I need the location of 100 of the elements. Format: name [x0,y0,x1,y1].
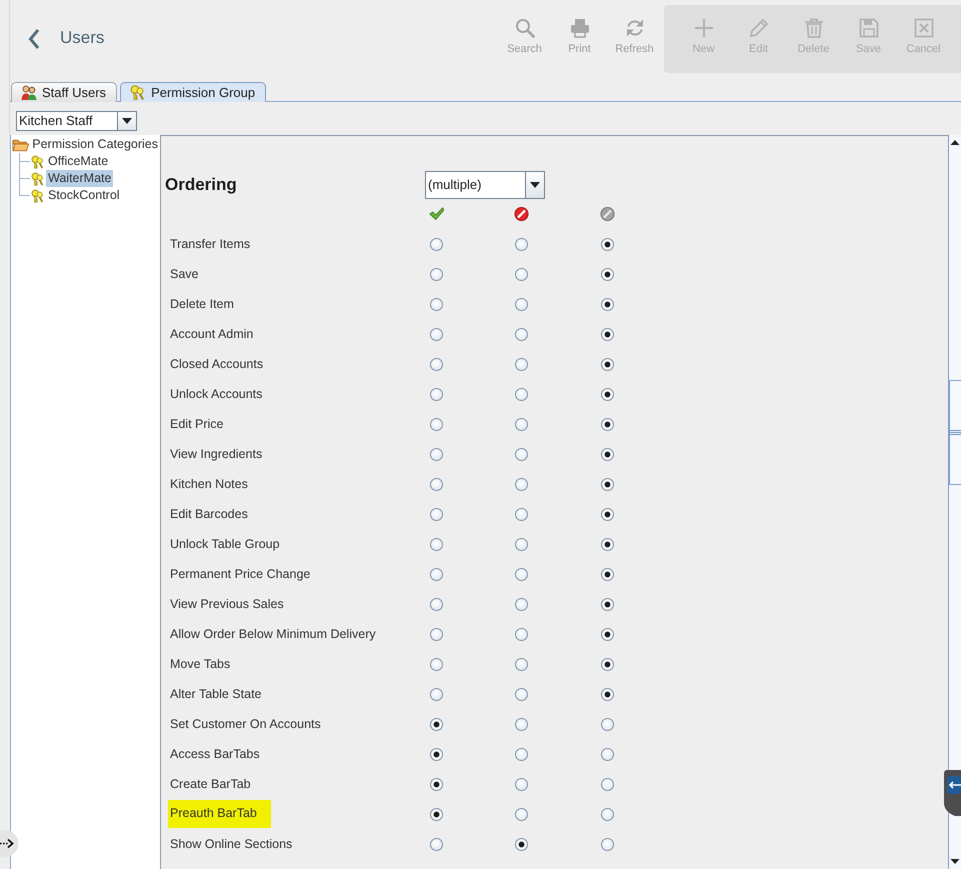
radio-button[interactable] [600,778,614,790]
group-dropdown[interactable]: Kitchen Staff [16,111,137,131]
permission-label: Alter Table State [170,686,262,702]
permission-label: Closed Accounts [170,356,264,372]
radio-button[interactable] [515,508,528,520]
radio-button[interactable] [430,298,443,310]
radio-button[interactable] [515,838,528,850]
search-icon [514,18,534,38]
radio-button[interactable] [600,748,614,760]
radio-button[interactable] [600,658,614,670]
page-title: Users [60,27,104,49]
radio-button[interactable] [515,568,528,580]
permission-label: Save [170,266,198,282]
radio-button[interactable] [600,478,614,490]
tree-node[interactable]: OfficeMate [46,153,110,170]
radio-button[interactable] [515,238,528,250]
radio-button[interactable] [600,838,614,850]
radio-button[interactable] [600,268,614,280]
radio-button[interactable] [600,718,614,730]
radio-button[interactable] [600,808,614,820]
radio-button[interactable] [515,388,528,400]
permission-label: Delete Item [170,296,234,312]
radio-button[interactable] [430,538,443,550]
radio-button[interactable] [515,748,528,760]
radio-button[interactable] [600,298,614,310]
radio-button[interactable] [600,538,614,550]
radio-button[interactable] [430,748,443,760]
keys-icon [31,188,45,204]
radio-button[interactable] [515,448,528,460]
radio-button[interactable] [515,688,528,700]
radio-button[interactable] [600,508,614,520]
radio-button[interactable] [430,478,443,490]
radio-button[interactable] [430,778,443,790]
side-tab-icon[interactable] [943,770,961,816]
radio-button[interactable] [600,688,614,700]
radio-button[interactable] [430,268,443,280]
section-title: Ordering [165,174,238,196]
radio-button[interactable] [430,808,443,820]
check-icon [429,207,444,221]
printer-icon [570,18,590,38]
permission-label: Allow Order Below Minimum Delivery [170,626,376,642]
radio-button[interactable] [515,658,528,670]
permission-label: Show Online Sections [170,836,292,852]
radio-button[interactable] [430,838,443,850]
permission-label: Access BarTabs [170,746,260,762]
radio-button[interactable] [430,658,443,670]
tab[interactable]: Permission Group [120,82,266,102]
tree-node[interactable]: Permission Categories [30,136,160,153]
tree-node[interactable]: StockControl [46,187,122,204]
radio-button[interactable] [430,418,443,430]
back-icon[interactable] [27,28,41,50]
radio-button[interactable] [600,388,614,400]
radio-button[interactable] [515,328,528,340]
radio-button[interactable] [600,448,614,460]
radio-button[interactable] [515,628,528,640]
radio-button[interactable] [430,508,443,520]
radio-button[interactable] [430,388,443,400]
caret-icon [122,118,132,124]
scroll-thumb[interactable] [949,380,961,485]
radio-button[interactable] [515,418,528,430]
radio-button[interactable] [430,238,443,250]
radio-button[interactable] [515,808,528,820]
permission-label: Edit Price [170,416,224,432]
radio-button[interactable] [600,328,614,340]
permission-label: View Previous Sales [170,596,284,612]
permission-label: Move Tabs [170,656,230,672]
radio-button[interactable] [600,238,614,250]
tab[interactable]: Staff Users [11,82,118,102]
radio-button[interactable] [430,688,443,700]
radio-button[interactable] [430,328,443,340]
radio-button[interactable] [515,598,528,610]
radio-button[interactable] [600,568,614,580]
radio-button[interactable] [515,298,528,310]
radio-button[interactable] [430,358,443,370]
radio-button[interactable] [430,448,443,460]
keys-icon [31,170,45,186]
radio-button[interactable] [430,598,443,610]
tree-node[interactable]: WaiterMate [46,170,114,187]
radio-button[interactable] [515,268,528,280]
radio-button[interactable] [515,718,528,730]
radio-button[interactable] [515,358,528,370]
permission-label: View Ingredients [170,446,262,462]
radio-button[interactable] [430,568,443,580]
people-icon [21,85,37,100]
radio-button[interactable] [600,598,614,610]
radio-button[interactable] [515,478,528,490]
radio-button[interactable] [600,358,614,370]
radio-button[interactable] [430,718,443,730]
radio-button[interactable] [430,628,443,640]
vertical-scrollbar[interactable] [948,135,961,869]
radio-button[interactable] [515,778,528,790]
radio-button[interactable] [515,538,528,550]
radio-button[interactable] [600,628,614,640]
prohibited-icon [514,207,529,221]
slashed-circle-icon [600,207,614,221]
dotted-arrow-icon[interactable] [0,829,19,858]
plus-icon [694,18,714,38]
radio-button[interactable] [600,418,614,430]
permission-label: Kitchen Notes [170,476,248,492]
setting-dropdown[interactable]: (multiple) [425,171,545,199]
